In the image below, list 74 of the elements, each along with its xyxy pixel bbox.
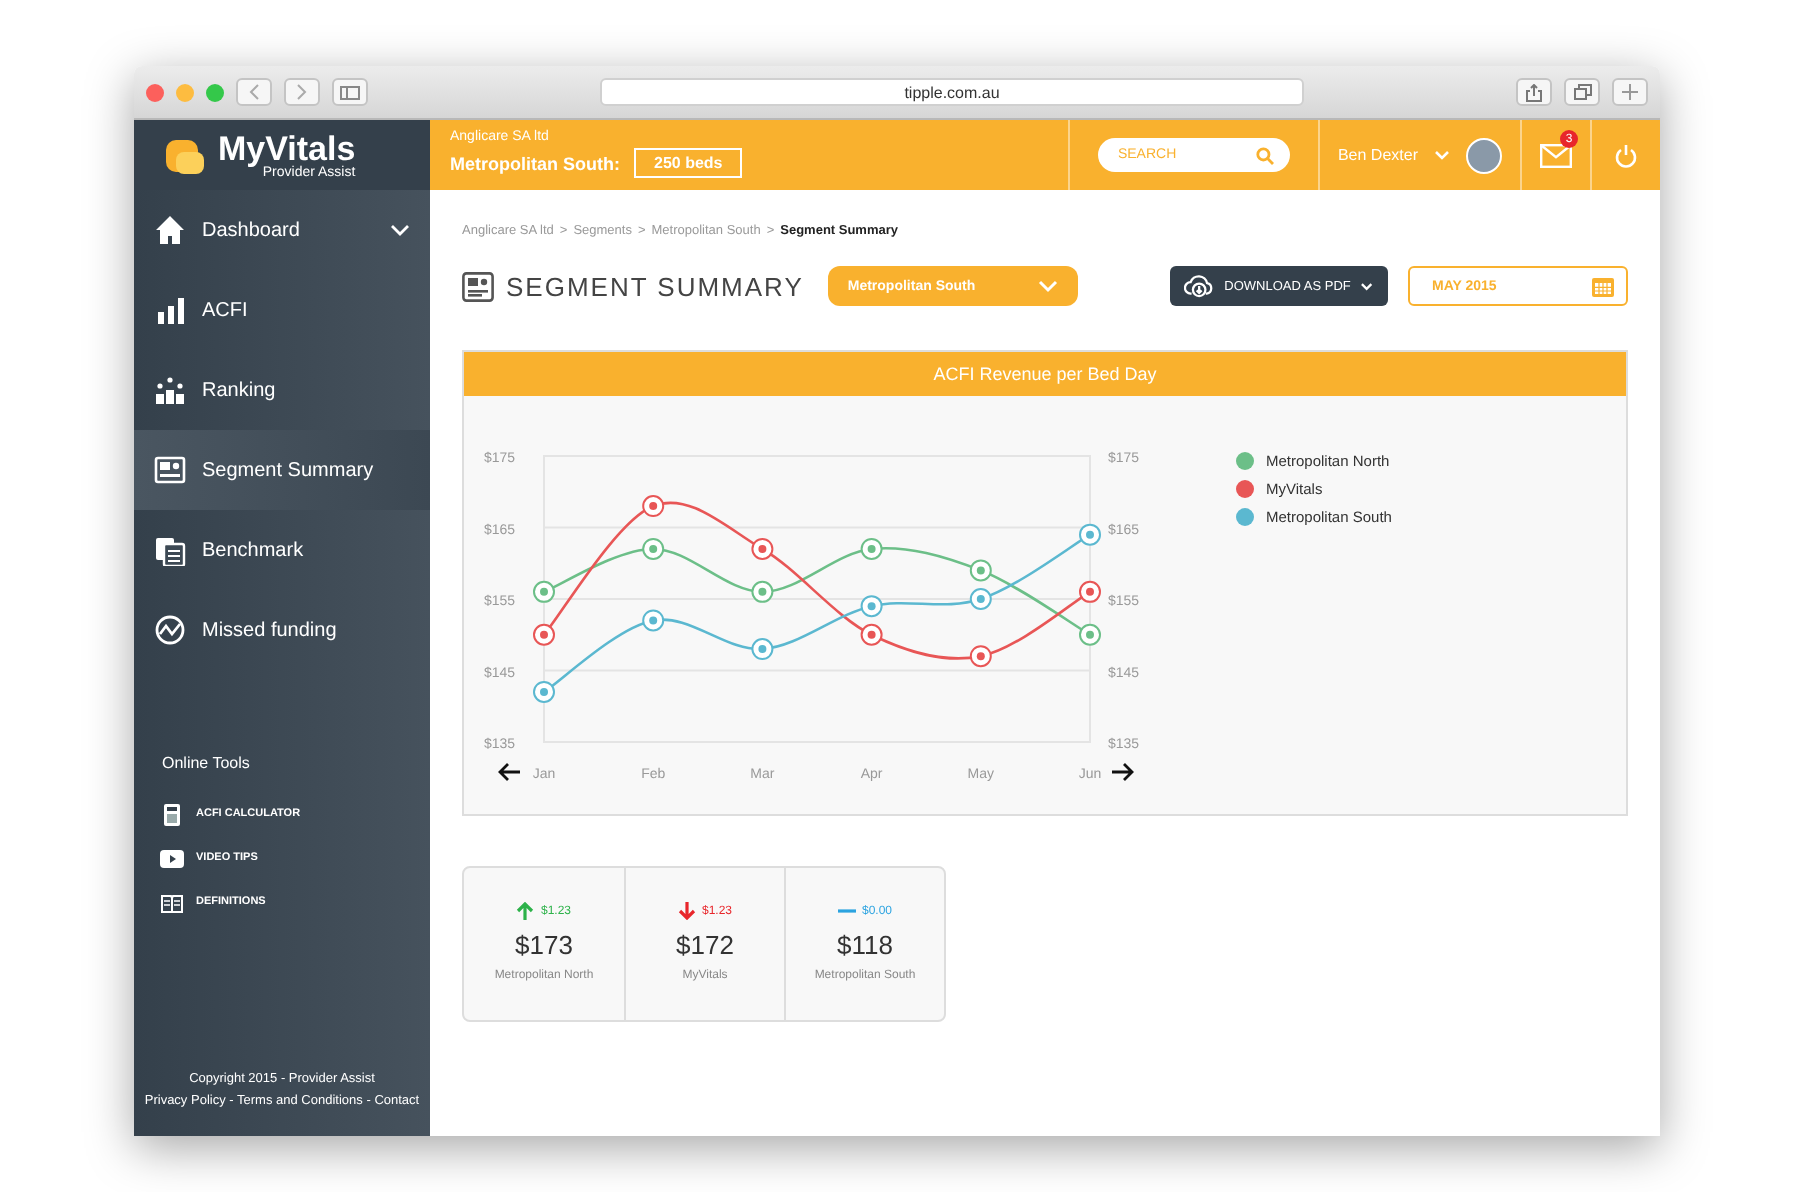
data-point <box>751 638 774 661</box>
chevron-down-icon <box>390 223 410 237</box>
play-icon <box>160 847 184 869</box>
data-point <box>642 609 665 632</box>
nav-item[interactable]: Missed funding <box>134 590 430 670</box>
sidebar-toggle-button[interactable] <box>332 78 368 106</box>
tabs-button[interactable] <box>1564 78 1600 106</box>
data-point <box>533 680 555 703</box>
clipboard-icon <box>154 534 186 566</box>
data-point <box>969 559 992 582</box>
chevron-down-icon <box>1037 279 1058 293</box>
stat-value: $118 <box>837 930 893 960</box>
down-arrow-icon <box>677 902 696 920</box>
chart-title: ACFI Revenue per Bed Day <box>464 352 1626 396</box>
search-icon <box>1255 146 1274 164</box>
book-icon <box>160 891 184 913</box>
close-window-dot[interactable] <box>146 83 164 101</box>
data-point <box>751 580 774 603</box>
bar-chart-icon <box>154 294 186 326</box>
previous-arrow[interactable] <box>498 762 522 782</box>
sidebar-icon <box>340 85 360 99</box>
brand-name: MyVitals <box>218 131 356 165</box>
next-arrow[interactable] <box>1110 762 1134 782</box>
tabs-icon <box>1573 84 1591 100</box>
address-bar[interactable]: tipple.com.au <box>600 78 1304 106</box>
plus-icon <box>1622 84 1638 100</box>
calculator-icon <box>160 803 184 825</box>
up-arrow-icon <box>516 902 535 920</box>
mail-icon[interactable] <box>1540 143 1572 167</box>
data-point <box>533 580 555 603</box>
data-point <box>969 588 992 610</box>
data-point <box>860 595 883 618</box>
data-point <box>1079 523 1101 546</box>
segment-name: Metropolitan South: <box>450 153 620 173</box>
forward-icon <box>296 84 308 100</box>
nav-item[interactable]: Dashboard <box>134 190 430 270</box>
forward-button[interactable] <box>284 78 320 106</box>
data-point <box>1079 623 1101 646</box>
stat-value: $172 <box>676 930 734 960</box>
minimize-window-dot[interactable] <box>176 83 194 101</box>
data-point <box>860 537 883 560</box>
page-title: SEGMENT SUMMARY <box>506 271 804 301</box>
data-point <box>860 623 883 646</box>
cloud-download-icon <box>1184 274 1215 298</box>
nav-item[interactable]: ACFI <box>134 270 430 350</box>
data-point <box>533 623 555 646</box>
report-icon <box>462 271 494 301</box>
share-button[interactable] <box>1516 78 1552 106</box>
power-icon[interactable] <box>1614 143 1638 167</box>
data-point <box>1079 580 1101 603</box>
data-point <box>969 645 992 668</box>
nav-item[interactable]: Ranking <box>134 350 430 430</box>
chevron-down-icon <box>1360 281 1374 291</box>
report-icon <box>154 454 186 486</box>
nav-item[interactable]: Segment Summary <box>134 430 430 510</box>
back-button[interactable] <box>236 78 272 106</box>
avatar[interactable] <box>1466 137 1502 173</box>
maximize-window-dot[interactable] <box>206 83 224 101</box>
data-point <box>642 495 665 518</box>
nav-item[interactable]: Benchmark <box>134 510 430 590</box>
trend-icon <box>154 614 186 646</box>
beds-count: 250 beds <box>634 148 743 178</box>
calendar-icon <box>1592 275 1614 297</box>
data-point <box>642 537 665 560</box>
stat-value: $173 <box>515 930 573 960</box>
home-icon <box>154 214 186 246</box>
share-icon <box>1526 83 1542 101</box>
new-tab-button[interactable] <box>1612 78 1648 106</box>
section-heading: Online Tools <box>162 754 252 772</box>
chevron-down-icon[interactable] <box>1434 149 1450 161</box>
logo-icon <box>166 135 206 175</box>
back-icon <box>248 84 260 100</box>
data-point <box>751 537 774 560</box>
ranking-icon <box>154 374 186 406</box>
